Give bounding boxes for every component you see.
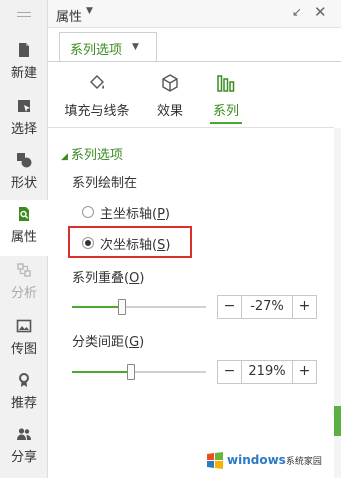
tab-fill-line[interactable]: 填充与线条 bbox=[56, 70, 138, 126]
toolbar-item-property[interactable]: 属性 bbox=[0, 200, 48, 256]
toolbar-item-share[interactable]: 分享 bbox=[0, 420, 48, 476]
gap-width-slider[interactable] bbox=[72, 362, 206, 382]
slider-thumb[interactable] bbox=[118, 299, 126, 315]
fill-line-icon bbox=[90, 75, 105, 89]
radio-button-checked[interactable] bbox=[82, 237, 94, 249]
toolbar-item-label: 属性 bbox=[10, 230, 37, 245]
decrement-button[interactable]: − bbox=[218, 361, 242, 383]
effect-icon bbox=[162, 74, 178, 92]
radio-button[interactable] bbox=[82, 206, 94, 218]
series-icon bbox=[217, 75, 235, 92]
slider-fill bbox=[72, 371, 131, 373]
tab-effect[interactable]: 效果 bbox=[148, 70, 192, 126]
active-tab-indicator bbox=[210, 122, 242, 124]
gap-width-label: 分类间距(G) bbox=[72, 335, 145, 350]
toolbar-item-label: 新建 bbox=[10, 66, 37, 81]
gap-width-value-input[interactable]: 219% bbox=[242, 361, 292, 383]
tab-series[interactable]: 系列 bbox=[204, 70, 248, 126]
analysis-icon bbox=[17, 263, 31, 277]
tab-label: 效果 bbox=[156, 104, 183, 119]
section-series-options[interactable]: ◢ 系列选项 bbox=[61, 144, 123, 163]
share-icon bbox=[17, 428, 31, 440]
toolbar-grip[interactable] bbox=[17, 12, 31, 17]
toolbar-item-select[interactable]: 选择 bbox=[0, 92, 48, 148]
collapse-panel-icon[interactable]: ↙ bbox=[292, 5, 302, 19]
slider-fill bbox=[72, 306, 122, 308]
overlap-stepper: − -27% + bbox=[217, 295, 317, 319]
close-icon[interactable]: ✕ bbox=[314, 3, 327, 21]
increment-button[interactable]: + bbox=[292, 361, 316, 383]
recommend-icon bbox=[19, 373, 29, 387]
windows-logo-icon bbox=[207, 452, 223, 469]
overlap-slider[interactable] bbox=[72, 297, 206, 317]
decrement-button[interactable]: − bbox=[218, 296, 242, 318]
upload-image-icon bbox=[16, 319, 32, 333]
panel-title[interactable]: 属性 bbox=[56, 6, 82, 25]
toolbar-item-shape[interactable]: 形状 bbox=[0, 146, 48, 202]
slider-thumb[interactable] bbox=[127, 364, 135, 380]
gap-width-stepper: − 219% + bbox=[217, 360, 317, 384]
left-toolbar: 新建 选择 形状 属性 分析 传图 推荐 分享 bbox=[0, 0, 48, 478]
dropdown-label: 系列选项 bbox=[70, 43, 123, 58]
tab-label: 系列 bbox=[212, 104, 239, 119]
toolbar-item-label: 分享 bbox=[10, 450, 37, 465]
section-title: 系列选项 bbox=[70, 148, 123, 163]
scrollbar-thumb[interactable] bbox=[334, 406, 341, 436]
watermark: windows系统家园 bbox=[206, 447, 336, 473]
overlap-value-input[interactable]: -27% bbox=[242, 296, 292, 318]
overlap-label: 系列重叠(O) bbox=[72, 271, 145, 286]
tab-label: 填充与线条 bbox=[64, 104, 130, 119]
radio-label: 次坐标轴(S) bbox=[100, 238, 171, 253]
toolbar-item-label: 分析 bbox=[10, 286, 37, 301]
radio-label: 主坐标轴(P) bbox=[100, 207, 170, 222]
property-icon bbox=[19, 207, 29, 221]
plot-on-label: 系列绘制在 bbox=[72, 176, 138, 191]
tab-divider bbox=[48, 61, 341, 62]
new-doc-icon bbox=[19, 43, 29, 57]
toolbar-item-recommend[interactable]: 推荐 bbox=[0, 366, 48, 422]
shape-icon bbox=[17, 153, 32, 168]
collapse-triangle-icon: ◢ bbox=[61, 152, 68, 162]
toolbar-item-label: 推荐 bbox=[10, 396, 37, 411]
toolbar-item-new[interactable]: 新建 bbox=[0, 36, 48, 92]
toolbar-item-analysis[interactable]: 分析 bbox=[0, 256, 48, 312]
select-icon bbox=[18, 100, 30, 112]
toolbar-item-label: 传图 bbox=[10, 342, 37, 357]
subtab-divider bbox=[48, 127, 334, 128]
watermark-text: windows系统家园 bbox=[227, 453, 322, 467]
panel-header: 属性 ▼ ↙ ✕ bbox=[48, 0, 341, 28]
toolbar-item-label: 形状 bbox=[10, 176, 37, 191]
series-options-dropdown[interactable]: 系列选项 ▼ bbox=[59, 32, 157, 62]
toolbar-item-upload-image[interactable]: 传图 bbox=[0, 312, 48, 368]
chevron-down-icon: ▼ bbox=[132, 42, 139, 52]
toolbar-item-label: 选择 bbox=[10, 122, 37, 137]
increment-button[interactable]: + bbox=[292, 296, 316, 318]
title-dropdown-icon[interactable]: ▼ bbox=[86, 6, 93, 16]
